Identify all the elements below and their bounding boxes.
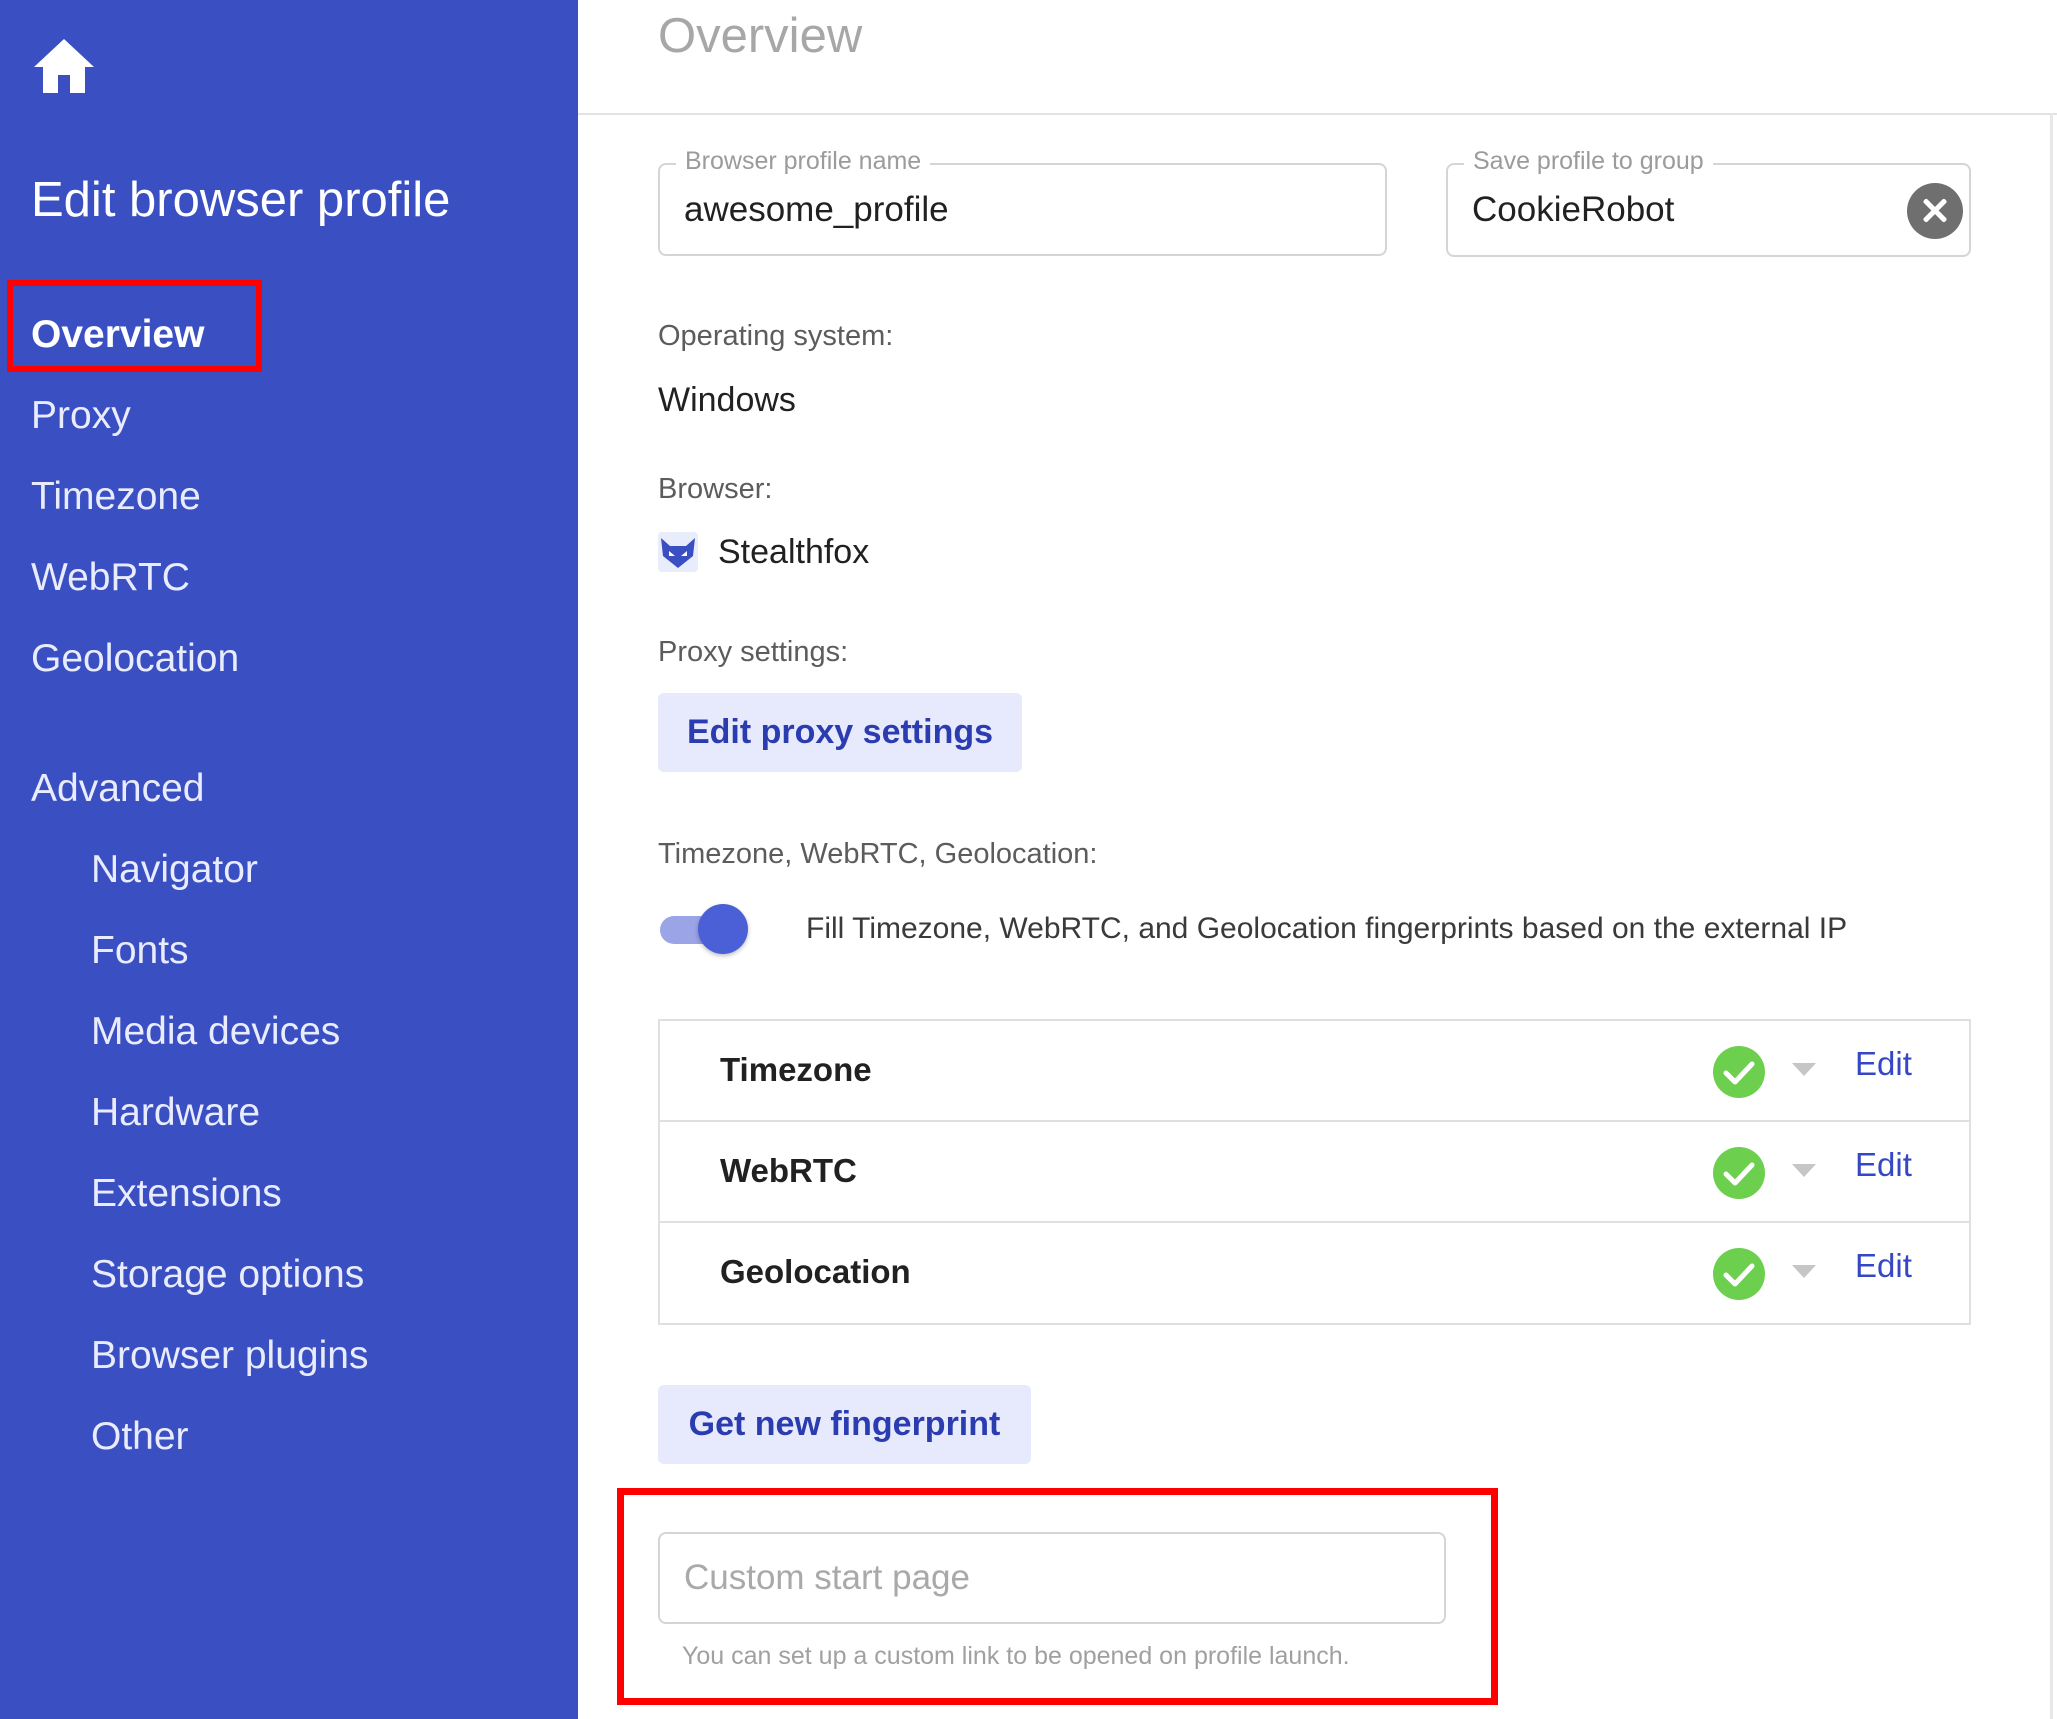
page-title: Overview: [658, 9, 863, 63]
auto-fill-toggle[interactable]: [658, 904, 750, 954]
sidebar-title: Edit browser profile: [31, 173, 451, 227]
sidebar-item-timezone[interactable]: Timezone: [31, 472, 201, 522]
sidebar-item-webrtc[interactable]: WebRTC: [31, 553, 190, 603]
os-value: Windows: [658, 381, 796, 419]
fox-icon: [658, 532, 698, 572]
header-divider: [578, 113, 2057, 115]
chevron-down-icon[interactable]: [1792, 1164, 1816, 1177]
chevron-down-icon[interactable]: [1792, 1063, 1816, 1076]
auto-fill-label: Timezone, WebRTC, Geolocation:: [658, 838, 1098, 870]
home-icon[interactable]: [30, 35, 98, 97]
profile-name-label: Browser profile name: [676, 147, 931, 176]
check-circle-icon: [1713, 1046, 1765, 1098]
start-page-highlight-box: [617, 1488, 1498, 1705]
sidebar-item-proxy[interactable]: Proxy: [31, 391, 131, 441]
timezone-edit-link[interactable]: Edit: [1855, 1045, 1912, 1083]
toggle-knob: [698, 904, 748, 954]
chevron-down-icon[interactable]: [1792, 1265, 1816, 1278]
browser-value: Stealthfox: [718, 533, 870, 571]
main-content: Overview Browser profile name awesome_pr…: [578, 0, 2057, 1719]
sidebar-item-geolocation[interactable]: Geolocation: [31, 634, 239, 684]
profile-name-value[interactable]: awesome_profile: [684, 190, 949, 230]
check-circle-icon: [1713, 1147, 1765, 1199]
webrtc-edit-link[interactable]: Edit: [1855, 1146, 1912, 1184]
check-circle-icon: [1713, 1248, 1765, 1300]
close-circle-icon[interactable]: [1907, 183, 1963, 239]
proxy-label: Proxy settings:: [658, 636, 849, 668]
edit-proxy-settings-button[interactable]: Edit proxy settings: [658, 693, 1022, 772]
auto-fill-text: Fill Timezone, WebRTC, and Geolocation f…: [806, 912, 1848, 945]
geolocation-edit-link[interactable]: Edit: [1855, 1247, 1912, 1285]
browser-label: Browser:: [658, 473, 773, 505]
os-label: Operating system:: [658, 320, 894, 352]
group-select-field[interactable]: Save profile to group CookieRobot: [1446, 147, 1971, 257]
profile-name-field[interactable]: Browser profile name awesome_profile: [658, 147, 1387, 256]
sidebar-item-navigator[interactable]: Navigator: [91, 845, 258, 895]
table-row: Timezone Edit: [660, 1021, 1969, 1122]
sidebar-section-advanced[interactable]: Advanced: [31, 764, 204, 814]
get-new-fingerprint-button[interactable]: Get new fingerprint: [658, 1385, 1031, 1464]
sidebar-item-other[interactable]: Other: [91, 1412, 189, 1462]
sidebar-item-media-devices[interactable]: Media devices: [91, 1007, 340, 1057]
webrtc-row-label: WebRTC: [720, 1152, 857, 1189]
timezone-row-label: Timezone: [720, 1051, 872, 1088]
table-row: Geolocation Edit: [660, 1223, 1969, 1324]
sidebar-item-hardware[interactable]: Hardware: [91, 1088, 260, 1138]
sidebar-item-browser-plugins[interactable]: Browser plugins: [91, 1331, 368, 1381]
table-row: WebRTC Edit: [660, 1122, 1969, 1223]
sidebar-item-fonts[interactable]: Fonts: [91, 926, 189, 976]
sidebar: Edit browser profile Overview Proxy Time…: [0, 0, 578, 1719]
sidebar-item-storage-options[interactable]: Storage options: [91, 1250, 364, 1300]
sidebar-item-extensions[interactable]: Extensions: [91, 1169, 282, 1219]
content-right-border: [2050, 113, 2053, 1719]
group-select-label: Save profile to group: [1464, 147, 1713, 176]
fingerprint-table: Timezone Edit WebRTC Edit Geolocation Ed…: [658, 1019, 1971, 1325]
geolocation-row-label: Geolocation: [720, 1253, 911, 1290]
overview-highlight-box: [7, 280, 262, 372]
group-select-value[interactable]: CookieRobot: [1472, 190, 1674, 230]
